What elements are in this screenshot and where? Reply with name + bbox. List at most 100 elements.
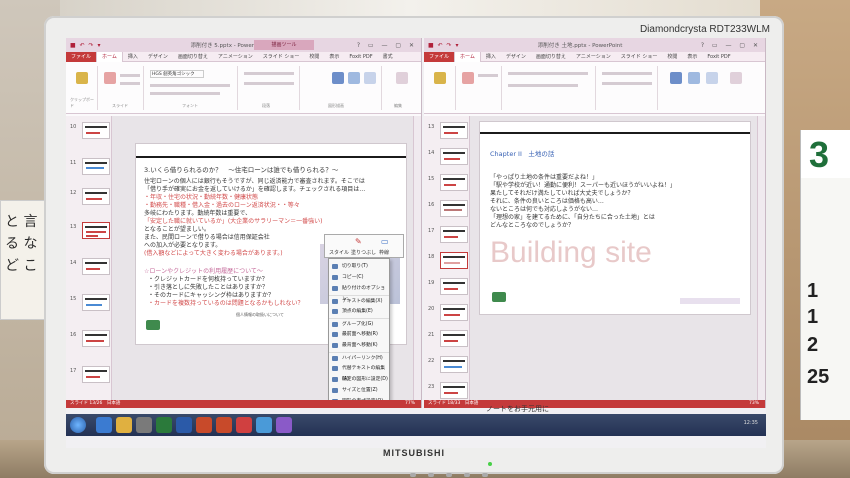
font-name-box[interactable]: HGS 創英角ゴシック — [150, 70, 204, 78]
tab-file[interactable]: ファイル — [66, 51, 97, 62]
pdf-icon[interactable] — [236, 417, 252, 433]
tab-home[interactable]: ホーム — [454, 51, 481, 62]
tab-foxit[interactable]: Foxit PDF — [344, 52, 377, 62]
slide-thumbnail[interactable] — [82, 258, 110, 275]
slide-thumbnail[interactable] — [82, 158, 110, 175]
powerpoint-icon[interactable] — [196, 417, 212, 433]
slide-thumbnail[interactable] — [440, 200, 468, 217]
slide-thumbnail[interactable] — [82, 330, 110, 347]
explorer-icon[interactable] — [116, 417, 132, 433]
find-icon[interactable] — [730, 72, 742, 84]
shapes-icon[interactable] — [670, 72, 682, 84]
new-slide-icon[interactable] — [462, 72, 474, 84]
menu-item-paste-options[interactable]: 貼り付けのオプション: — [329, 283, 389, 302]
paste-icon[interactable] — [76, 72, 88, 84]
quick-styles-icon[interactable] — [706, 72, 718, 84]
tab-review[interactable]: 校閲 — [662, 52, 682, 62]
slide-thumbnail[interactable] — [82, 122, 110, 139]
tab-insert[interactable]: 挿入 — [123, 52, 143, 62]
slide-thumbnail[interactable] — [440, 226, 468, 243]
quick-styles-icon[interactable] — [364, 72, 376, 84]
slide-thumbnail[interactable] — [440, 278, 468, 295]
menu-item-copy[interactable]: コピー(C) — [329, 272, 389, 283]
tab-insert[interactable]: 挿入 — [481, 52, 501, 62]
word-icon[interactable] — [176, 417, 192, 433]
ribbon-group-paragraph: 段落 — [240, 66, 300, 110]
app-icon[interactable] — [256, 417, 272, 433]
quick-access-toolbar[interactable]: ■ ↶ ↷ ▾ — [70, 42, 101, 49]
tab-animations[interactable]: アニメーション — [213, 52, 258, 62]
find-icon[interactable] — [396, 72, 408, 84]
slide-thumbnail[interactable] — [440, 174, 468, 191]
tab-animations[interactable]: アニメーション — [571, 52, 616, 62]
title-bar: ■ ↶ ↷ ▾ 添削付き 土地.pptx - PowerPoint ? ▭ — … — [424, 38, 765, 52]
tab-file[interactable]: ファイル — [424, 51, 455, 62]
slide-thumbnail[interactable] — [82, 366, 110, 383]
menu-item-edit-points[interactable]: 頂点の編集(E) — [329, 306, 389, 317]
slide-thumbnail[interactable] — [440, 148, 468, 165]
paste-icon[interactable] — [434, 72, 446, 84]
tab-view[interactable]: 表示 — [682, 52, 702, 62]
quick-access-toolbar[interactable]: ■ ↶ ↷ ▾ — [428, 42, 459, 49]
tab-slideshow[interactable]: スライド ショー — [258, 52, 305, 62]
media-icon[interactable] — [136, 417, 152, 433]
tab-transitions[interactable]: 画面切り替え — [531, 52, 571, 62]
arrange-icon[interactable] — [348, 72, 360, 84]
slide-thumbnail[interactable] — [440, 304, 468, 321]
slide-thumbnail[interactable] — [440, 382, 468, 399]
ribbon-tabs: ファイル ホーム 挿入 デザイン 画面切り替え アニメーション スライド ショー… — [66, 51, 421, 62]
menu-item-hyperlink[interactable]: ハイパーリンク(H) — [329, 352, 389, 363]
slide-thumbnail[interactable] — [440, 356, 468, 373]
monitor-buttons[interactable] — [404, 462, 524, 477]
powerpoint-icon[interactable] — [216, 417, 232, 433]
slide-thumbnail-selected[interactable] — [82, 222, 110, 239]
current-slide[interactable]: Chapter II 土地の話 「やっぱり土地の条件は重要だよね！」 「駅や学校… — [480, 122, 750, 314]
menu-item-cut[interactable]: 切り取り(T) — [329, 261, 389, 272]
zoom-level[interactable]: 73% — [749, 400, 759, 408]
window-controls[interactable]: ? ▭ — ▢ ✕ — [357, 42, 417, 49]
powerpoint-window-left: ■ ↶ ↷ ▾ 添削付き 5.pptx - PowerPoint ? ▭ — ▢… — [66, 38, 422, 408]
menu-item-default-shape[interactable]: 既定の図形に設定(D) — [329, 374, 389, 385]
start-button[interactable] — [70, 417, 86, 433]
mini-toolbar[interactable]: スタイル 塗りつぶし 枠線 ✎ ▭ — [324, 234, 404, 258]
tab-foxit[interactable]: Foxit PDF — [702, 52, 735, 62]
tab-design[interactable]: デザイン — [501, 52, 531, 62]
slide-thumbnail[interactable] — [82, 188, 110, 205]
zoom-level[interactable]: 77% — [405, 400, 415, 408]
slide-thumbnail-selected[interactable] — [440, 252, 468, 269]
slide-heading[interactable]: 3.いくら借りられるのか？ ～住宅ローンは誰でも借りられる？～ — [144, 164, 338, 174]
vertical-scrollbar[interactable] — [413, 116, 421, 408]
edit-text-icon — [332, 299, 338, 304]
menu-item-send-back[interactable]: 最背面へ移動(K) — [329, 340, 389, 351]
slide-header-rule — [136, 156, 406, 158]
menu-item-edit-text[interactable]: テキストの編集(X) — [329, 295, 389, 306]
excel-icon[interactable] — [156, 417, 172, 433]
chapter-heading[interactable]: Chapter II 土地の話 — [490, 148, 554, 158]
tab-review[interactable]: 校閲 — [304, 52, 324, 62]
paste-icon — [332, 286, 338, 291]
window-controls[interactable]: ? ▭ — ▢ ✕ — [701, 42, 761, 49]
menu-item-bring-front[interactable]: 最前面へ移動(R) — [329, 329, 389, 340]
tab-slideshow[interactable]: スライド ショー — [616, 52, 663, 62]
slide-thumbnail[interactable] — [82, 294, 110, 311]
tab-home[interactable]: ホーム — [96, 51, 123, 62]
new-slide-icon[interactable] — [104, 72, 116, 84]
shapes-icon[interactable] — [332, 72, 344, 84]
slide-thumbnail[interactable] — [440, 122, 468, 139]
tab-transitions[interactable]: 画面切り替え — [173, 52, 213, 62]
system-clock[interactable]: 12:35 — [744, 420, 758, 426]
tab-design[interactable]: デザイン — [143, 52, 173, 62]
fill-icon[interactable]: ✎ — [355, 237, 362, 246]
menu-item-group[interactable]: グループ化(G) — [329, 318, 389, 329]
menu-item-size-position[interactable]: サイズと位置(Z) — [329, 385, 389, 396]
ie-icon[interactable] — [96, 417, 112, 433]
vertical-scrollbar[interactable] — [757, 116, 765, 408]
menu-item-alt-text[interactable]: 代替テキストの編集(A) — [329, 363, 389, 382]
tab-view[interactable]: 表示 — [324, 52, 344, 62]
tab-format[interactable]: 書式 — [378, 52, 398, 62]
app-icon[interactable] — [276, 417, 292, 433]
outline-icon[interactable]: ▭ — [381, 237, 389, 246]
slide-thumbnail[interactable] — [440, 330, 468, 347]
arrange-icon[interactable] — [688, 72, 700, 84]
windows-taskbar: 12:35 — [66, 414, 766, 436]
